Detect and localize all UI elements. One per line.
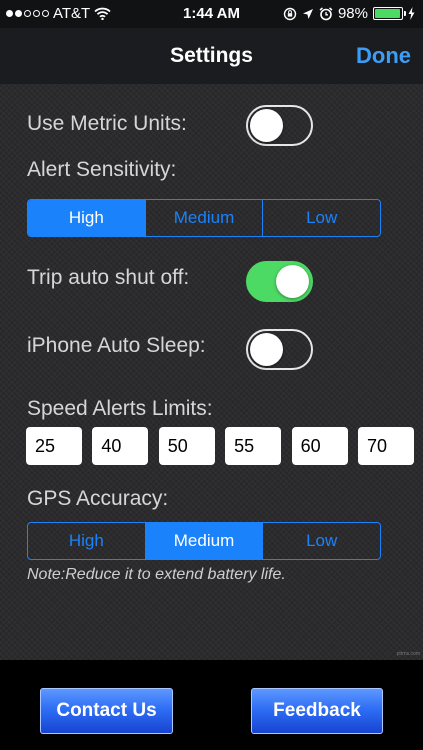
battery-fill [375,9,401,18]
trip-auto-shut-off-label: Trip auto shut off: [27,266,190,289]
battery-icon [373,7,406,20]
toggle-knob [250,109,283,142]
done-button[interactable]: Done [356,43,411,69]
bottom-toolbar: Contact Us Feedback [0,660,423,750]
gps-accuracy-high[interactable]: High [28,523,146,559]
speed-limit-input-5[interactable]: 60 [291,427,348,465]
iphone-auto-sleep-toggle[interactable] [246,329,313,370]
speed-limit-input-1[interactable]: 25 [26,427,82,465]
metric-units-toggle[interactable] [246,105,313,146]
status-right: 98% [283,5,415,22]
feedback-button[interactable]: Feedback [251,688,383,734]
iphone-auto-sleep-label: iPhone Auto Sleep: [27,334,206,357]
alert-sensitivity-medium[interactable]: Medium [146,200,264,236]
alert-sensitivity-high[interactable]: High [28,200,146,236]
battery-percent: 98% [337,5,368,22]
gps-accuracy-note: Note:Reduce it to extend battery life. [27,566,286,583]
location-arrow-icon [302,8,313,19]
navigation-bar: Settings Done [0,28,423,85]
metric-units-label: Use Metric Units: [27,112,187,135]
rotation-lock-icon [283,7,297,20]
trip-auto-shut-off-toggle[interactable] [246,261,313,302]
gps-accuracy-medium[interactable]: Medium [145,523,264,559]
alert-sensitivity-label: Alert Sensitivity: [27,158,177,181]
gps-accuracy-label: GPS Accuracy: [27,487,169,510]
gps-accuracy-control: High Medium Low [27,522,381,560]
toggle-knob [250,333,283,366]
speed-limit-input-4[interactable]: 55 [225,427,282,465]
alert-sensitivity-low[interactable]: Low [263,200,380,236]
speed-alerts-label: Speed Alerts Limits: [27,397,213,420]
speed-limit-input-3[interactable]: 50 [158,427,215,465]
watermark: pttrns.com [396,651,420,657]
status-bar: AT&T 1:44 AM 98% [0,0,423,28]
toggle-knob [276,265,309,298]
alert-sensitivity-control: High Medium Low [27,199,381,237]
speed-limit-input-2[interactable]: 40 [92,427,149,465]
alarm-icon [319,6,333,20]
gps-accuracy-low[interactable]: Low [263,523,380,559]
speed-limits-row: 25 40 50 55 60 70 [26,427,414,465]
charging-bolt-icon [408,7,415,20]
contact-us-button[interactable]: Contact Us [40,688,173,734]
speed-limit-input-6[interactable]: 70 [357,427,414,465]
